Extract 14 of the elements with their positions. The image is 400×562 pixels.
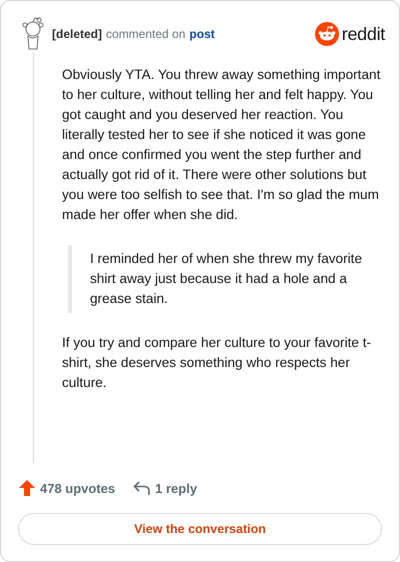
reply-icon[interactable] [133, 480, 152, 496]
quote-text: I reminded her of when she threw my favorite shirt away just because it had a hole and a grease stain. [68, 245, 382, 313]
comment-text: Obviously YTA. You threw away something important to her culture, without telling her and felt happy. You got caught and you deserved her reaction. You literally tested her to see if she noticed it was gone and once confirmed you went the step further and actually got rid of it. There were other solutions but you were too selfish to see that. I'm so glad the mum made her offer when she did. [62, 66, 382, 224]
comment-text: If you try and compare her culture to your favorite t-shirt, she deserves something who respects her culture. [62, 334, 372, 392]
action-text: commented on [106, 27, 186, 41]
upvote-count: 478 upvotes [40, 480, 116, 496]
author-name[interactable]: [deleted] [52, 27, 102, 41]
avatar-icon [20, 17, 46, 51]
logo-icon [314, 22, 339, 46]
reply-count: 1 reply [155, 480, 198, 496]
brand-name: reddit [342, 24, 385, 44]
post-link[interactable]: post [189, 27, 215, 41]
view-conversation-button[interactable]: View the conversation [18, 513, 382, 545]
upvote-icon[interactable] [18, 479, 36, 497]
